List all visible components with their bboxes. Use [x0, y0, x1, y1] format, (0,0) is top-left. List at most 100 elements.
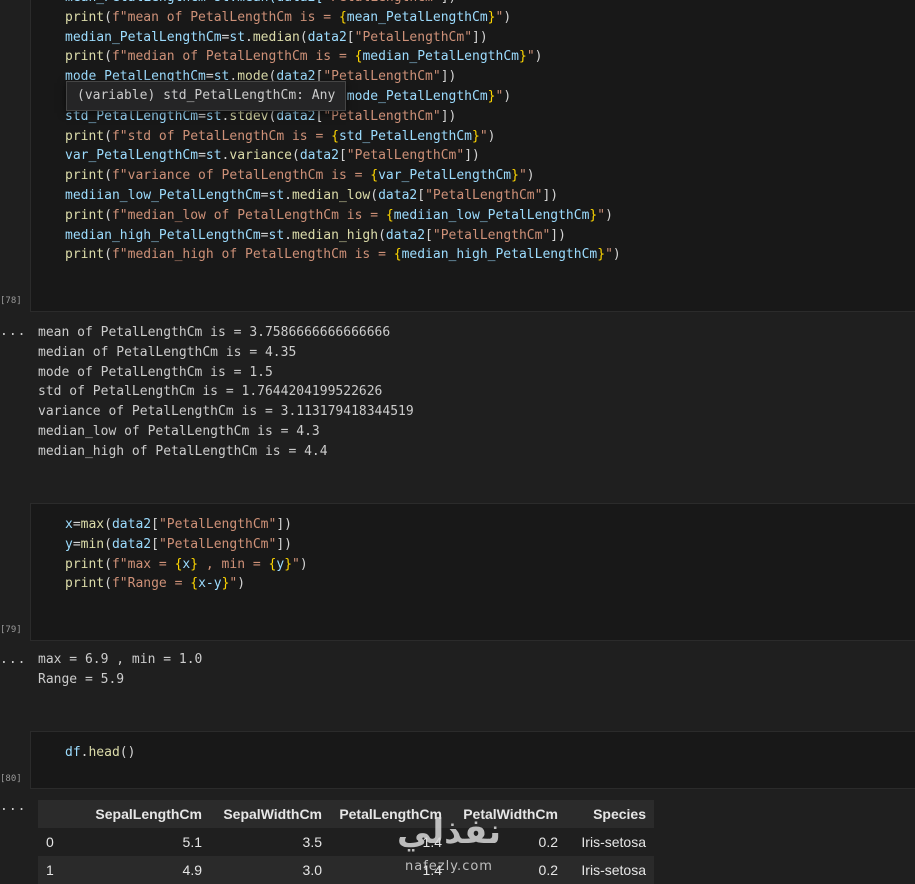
- code-token: data2: [111, 517, 152, 532]
- code-token: mean_PetalLengthCm: [346, 9, 488, 25]
- code-token: =: [72, 536, 81, 552]
- code-token: (: [104, 207, 112, 223]
- table-cell: 5.1: [70, 828, 210, 856]
- code-token: print: [65, 168, 105, 184]
- code-token: , min =: [198, 556, 269, 572]
- code-token: stdev: [229, 108, 269, 124]
- code-token: data2: [378, 188, 418, 203]
- code-token: df: [65, 745, 81, 760]
- code-token: print: [65, 9, 105, 25]
- code-token: }: [487, 89, 496, 104]
- table-header: Species: [566, 800, 654, 828]
- code-token: x: [65, 517, 73, 532]
- code-line: print(f"median_low of PetalLengthCm is =…: [65, 206, 613, 226]
- code-token: ): [299, 556, 308, 572]
- code-token: }: [284, 556, 293, 572]
- code-token: var_PetalLengthCm: [378, 168, 512, 184]
- code-token: (: [104, 536, 112, 552]
- output-menu-dots-80[interactable]: ...: [0, 799, 26, 814]
- code-token: print: [65, 556, 105, 572]
- code-token: f"mean of PetalLengthCm is =: [111, 9, 339, 25]
- code-line: x=max(data2["PetalLengthCm"]): [65, 515, 292, 535]
- output-line: mean of PetalLengthCm is = 3.75866666666…: [38, 325, 391, 340]
- code-token: ": [292, 556, 300, 572]
- output-line: median_high of PetalLengthCm is = 4.4: [38, 443, 328, 459]
- output-menu-dots-79[interactable]: ...: [0, 652, 26, 667]
- code-token: median_high: [291, 227, 379, 243]
- code-token: variance: [229, 148, 292, 164]
- code-token: print: [65, 576, 105, 592]
- code-token: ]): [276, 517, 292, 532]
- code-token: ): [612, 247, 621, 263]
- code-line: print(f"median of PetalLengthCm is = {me…: [65, 47, 542, 67]
- code-token: ": [526, 49, 535, 65]
- code-token: {: [338, 9, 347, 25]
- code-token: "PetalLengthCm": [432, 227, 551, 243]
- code-token: (: [104, 128, 112, 144]
- code-token: median_high_PetalLengthCm: [401, 247, 598, 263]
- code-token: (: [370, 188, 379, 203]
- code-token: f"variance of PetalLengthCm is =: [111, 168, 371, 184]
- code-token: st: [268, 188, 285, 203]
- code-token: print: [65, 207, 105, 223]
- table-header-row: SepalLengthCm SepalWidthCm PetalLengthCm…: [38, 800, 654, 828]
- table-header: SepalLengthCm: [70, 800, 210, 828]
- code-token: (: [378, 227, 386, 243]
- code-cell-80[interactable]: [30, 731, 915, 789]
- code-token: x-y: [198, 576, 222, 592]
- hover-tooltip: (variable) std_PetalLengthCm: Any: [66, 81, 347, 111]
- code-token: "PetalLengthCm": [354, 29, 473, 45]
- code-line: print(f"median_high of PetalLengthCm is …: [65, 245, 621, 265]
- code-token: }: [597, 247, 606, 263]
- code-token: }: [518, 49, 527, 65]
- table-cell: Iris-setosa: [566, 828, 654, 856]
- code-token: data2: [307, 29, 347, 45]
- nafezly-watermark-logo: نفذلي nafezly.com: [395, 812, 520, 880]
- code-token: ]): [441, 0, 457, 5]
- table-cell: 3.5: [210, 828, 330, 856]
- output-line: variance of PetalLengthCm is = 3.1131794…: [38, 404, 414, 420]
- code-line: median_PetalLengthCm=st.median(data2["Pe…: [65, 28, 488, 48]
- code-token: data2: [385, 227, 426, 243]
- code-token: [: [425, 227, 433, 243]
- code-token: {: [393, 247, 402, 263]
- code-token: "PetalLengthCm": [425, 188, 543, 203]
- code-token: f"median_low of PetalLengthCm is =: [111, 207, 386, 223]
- code-token: median_PetalLengthCm: [362, 49, 519, 65]
- code-token: ": [518, 168, 527, 184]
- output-line: max = 6.9 , min = 1.0: [38, 652, 203, 667]
- code-token: ]): [440, 108, 457, 124]
- code-token: median_high_PetalLengthCm: [65, 227, 261, 243]
- code-token: (: [104, 49, 112, 65]
- code-token: mean_PetalLengthCm=st.mean(data2[: [65, 0, 323, 5]
- output-menu-dots-78[interactable]: ...: [0, 324, 26, 339]
- code-token: y: [65, 536, 73, 552]
- code-token: ): [605, 207, 613, 223]
- code-token: min: [80, 536, 105, 552]
- code-token: ): [237, 576, 246, 592]
- code-token: st: [229, 29, 246, 45]
- code-token: ]): [542, 188, 559, 203]
- code-token: ]): [472, 29, 488, 45]
- code-token: f"max =: [111, 556, 175, 572]
- code-token: ]): [550, 227, 566, 243]
- code-token: [: [151, 536, 159, 552]
- code-token: st: [205, 108, 222, 124]
- code-token: median: [252, 29, 300, 45]
- watermark-domain-text: nafezly.com: [405, 859, 493, 874]
- code-token: (: [104, 517, 112, 532]
- code-token: =: [260, 188, 269, 203]
- code-token: ): [503, 9, 512, 25]
- code-token: [: [417, 188, 426, 203]
- code-token: (: [104, 9, 112, 25]
- code-token: (: [104, 556, 112, 572]
- code-token: =: [198, 108, 206, 124]
- code-token: y: [276, 556, 285, 572]
- code-line: print(f"variance of PetalLengthCm is = {…: [65, 166, 535, 186]
- table-header: [38, 800, 70, 828]
- execution-count-80: [80]: [0, 774, 22, 784]
- code-token: f"Range =: [111, 576, 191, 592]
- table-row: 0 5.1 3.5 1.4 0.2 Iris-setosa: [38, 828, 654, 856]
- code-line: print(f"max = {x} , min = {y}"): [65, 555, 308, 575]
- code-token: st: [205, 148, 222, 164]
